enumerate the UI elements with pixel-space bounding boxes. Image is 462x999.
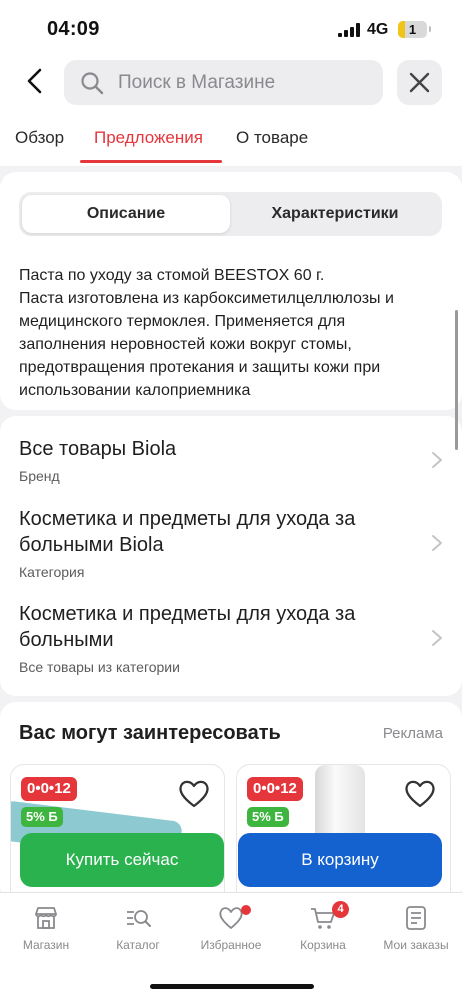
back-button[interactable]	[20, 66, 50, 96]
cart-count-badge: 4	[332, 901, 349, 918]
link-title-line: больными	[19, 629, 114, 651]
related-links-card: Все товары Biola Бренд Косметика и предм…	[0, 416, 462, 696]
nav-cart[interactable]: 4 Корзина	[277, 901, 369, 952]
header: Поиск в Магазине Обзор Предложения О тов…	[0, 58, 462, 166]
installment-badge: 0•0•12	[247, 777, 303, 801]
link-title-line: больными Biola	[19, 534, 164, 556]
description-line: Паста изготовлена из карбоксиметилцеллюл…	[19, 290, 394, 307]
bottom-navigation: Магазин Каталог Избранное 4 Корзина Мои …	[0, 892, 462, 999]
nav-label: Избранное	[200, 938, 262, 952]
battery-icon: 1	[398, 21, 427, 38]
search-input[interactable]: Поиск в Магазине	[64, 60, 383, 105]
nav-catalog[interactable]: Каталог	[92, 905, 184, 952]
segment-description[interactable]: Описание	[22, 195, 230, 233]
battery-level: 1	[408, 22, 417, 37]
link-title-line: Косметика и предметы для ухода за	[19, 508, 356, 530]
chevron-right-icon	[432, 452, 442, 468]
close-button[interactable]	[397, 60, 442, 105]
search-icon	[81, 72, 104, 95]
status-bar: 04:09 4G 1	[0, 0, 462, 58]
nav-label: Мои заказы	[383, 938, 449, 952]
link-brand-category[interactable]: Косметика и предметы для ухода за больны…	[19, 506, 443, 580]
search-placeholder: Поиск в Магазине	[118, 72, 276, 93]
description-line: использовании калоприемника	[19, 382, 251, 399]
chevron-right-icon	[432, 630, 442, 646]
description-text: Паста по уходу за стомой BEESTOX 60 г. П…	[19, 264, 447, 402]
tab-about-product[interactable]: О товаре	[236, 128, 308, 148]
discount-badge: 5% Б	[247, 807, 289, 827]
store-icon	[35, 907, 57, 929]
chevron-left-icon	[27, 68, 42, 94]
tab-overview[interactable]: Обзор	[15, 128, 64, 148]
link-subtitle: Все товары из категории	[19, 659, 180, 675]
description-card: Описание Характеристики Паста по уходу з…	[0, 172, 462, 410]
heart-icon[interactable]	[404, 779, 436, 809]
description-line: заполнения неровностей кожи вокруг стомы…	[19, 336, 352, 353]
buy-now-button[interactable]: Купить сейчас	[20, 833, 224, 887]
battery-tip	[429, 26, 431, 32]
discount-badge: 5% Б	[21, 807, 63, 827]
heart-icon[interactable]	[178, 779, 210, 809]
status-time: 04:09	[47, 18, 100, 40]
description-line: Паста по уходу за стомой BEESTOX 60 г.	[19, 267, 325, 284]
segment-characteristics[interactable]: Характеристики	[231, 195, 439, 233]
link-all-brand-products[interactable]: Все товары Biola Бренд	[19, 436, 443, 484]
signal-icon	[338, 23, 360, 37]
nav-store[interactable]: Магазин	[0, 905, 92, 952]
close-icon	[409, 72, 430, 93]
link-subtitle: Бренд	[19, 468, 60, 484]
link-title: Все товары Biola	[19, 438, 177, 460]
home-indicator	[150, 984, 314, 989]
tab-offers[interactable]: Предложения	[94, 128, 203, 148]
nav-label: Каталог	[116, 938, 160, 952]
description-line: предотвращения протекания и защиты кожи …	[19, 359, 381, 376]
catalog-search-icon	[127, 910, 151, 927]
tab-bar: Обзор Предложения О товаре	[0, 120, 462, 164]
nav-label: Магазин	[22, 938, 70, 952]
segmented-control: Описание Характеристики	[19, 192, 442, 236]
network-type: 4G	[367, 21, 389, 38]
ad-label: Реклама	[382, 725, 443, 742]
add-to-cart-button[interactable]: В корзину	[238, 833, 442, 887]
action-bar: Купить сейчас В корзину	[0, 830, 462, 892]
description-line: медицинского термоклея. Применяется для	[19, 313, 346, 330]
active-tab-indicator	[80, 160, 222, 163]
link-title-line: Косметика и предметы для ухода за	[19, 603, 356, 625]
link-category[interactable]: Косметика и предметы для ухода за больны…	[19, 601, 443, 675]
recommendations-title: Вас могут заинтересовать	[19, 722, 281, 744]
orders-icon	[406, 906, 426, 930]
chevron-right-icon	[432, 535, 442, 551]
scrollbar[interactable]	[455, 310, 458, 450]
nav-label: Корзина	[300, 938, 346, 952]
nav-favorites[interactable]: Избранное	[185, 905, 277, 952]
notification-dot	[241, 905, 251, 915]
link-subtitle: Категория	[19, 564, 85, 580]
nav-my-orders[interactable]: Мои заказы	[370, 905, 462, 952]
installment-badge: 0•0•12	[21, 777, 77, 801]
